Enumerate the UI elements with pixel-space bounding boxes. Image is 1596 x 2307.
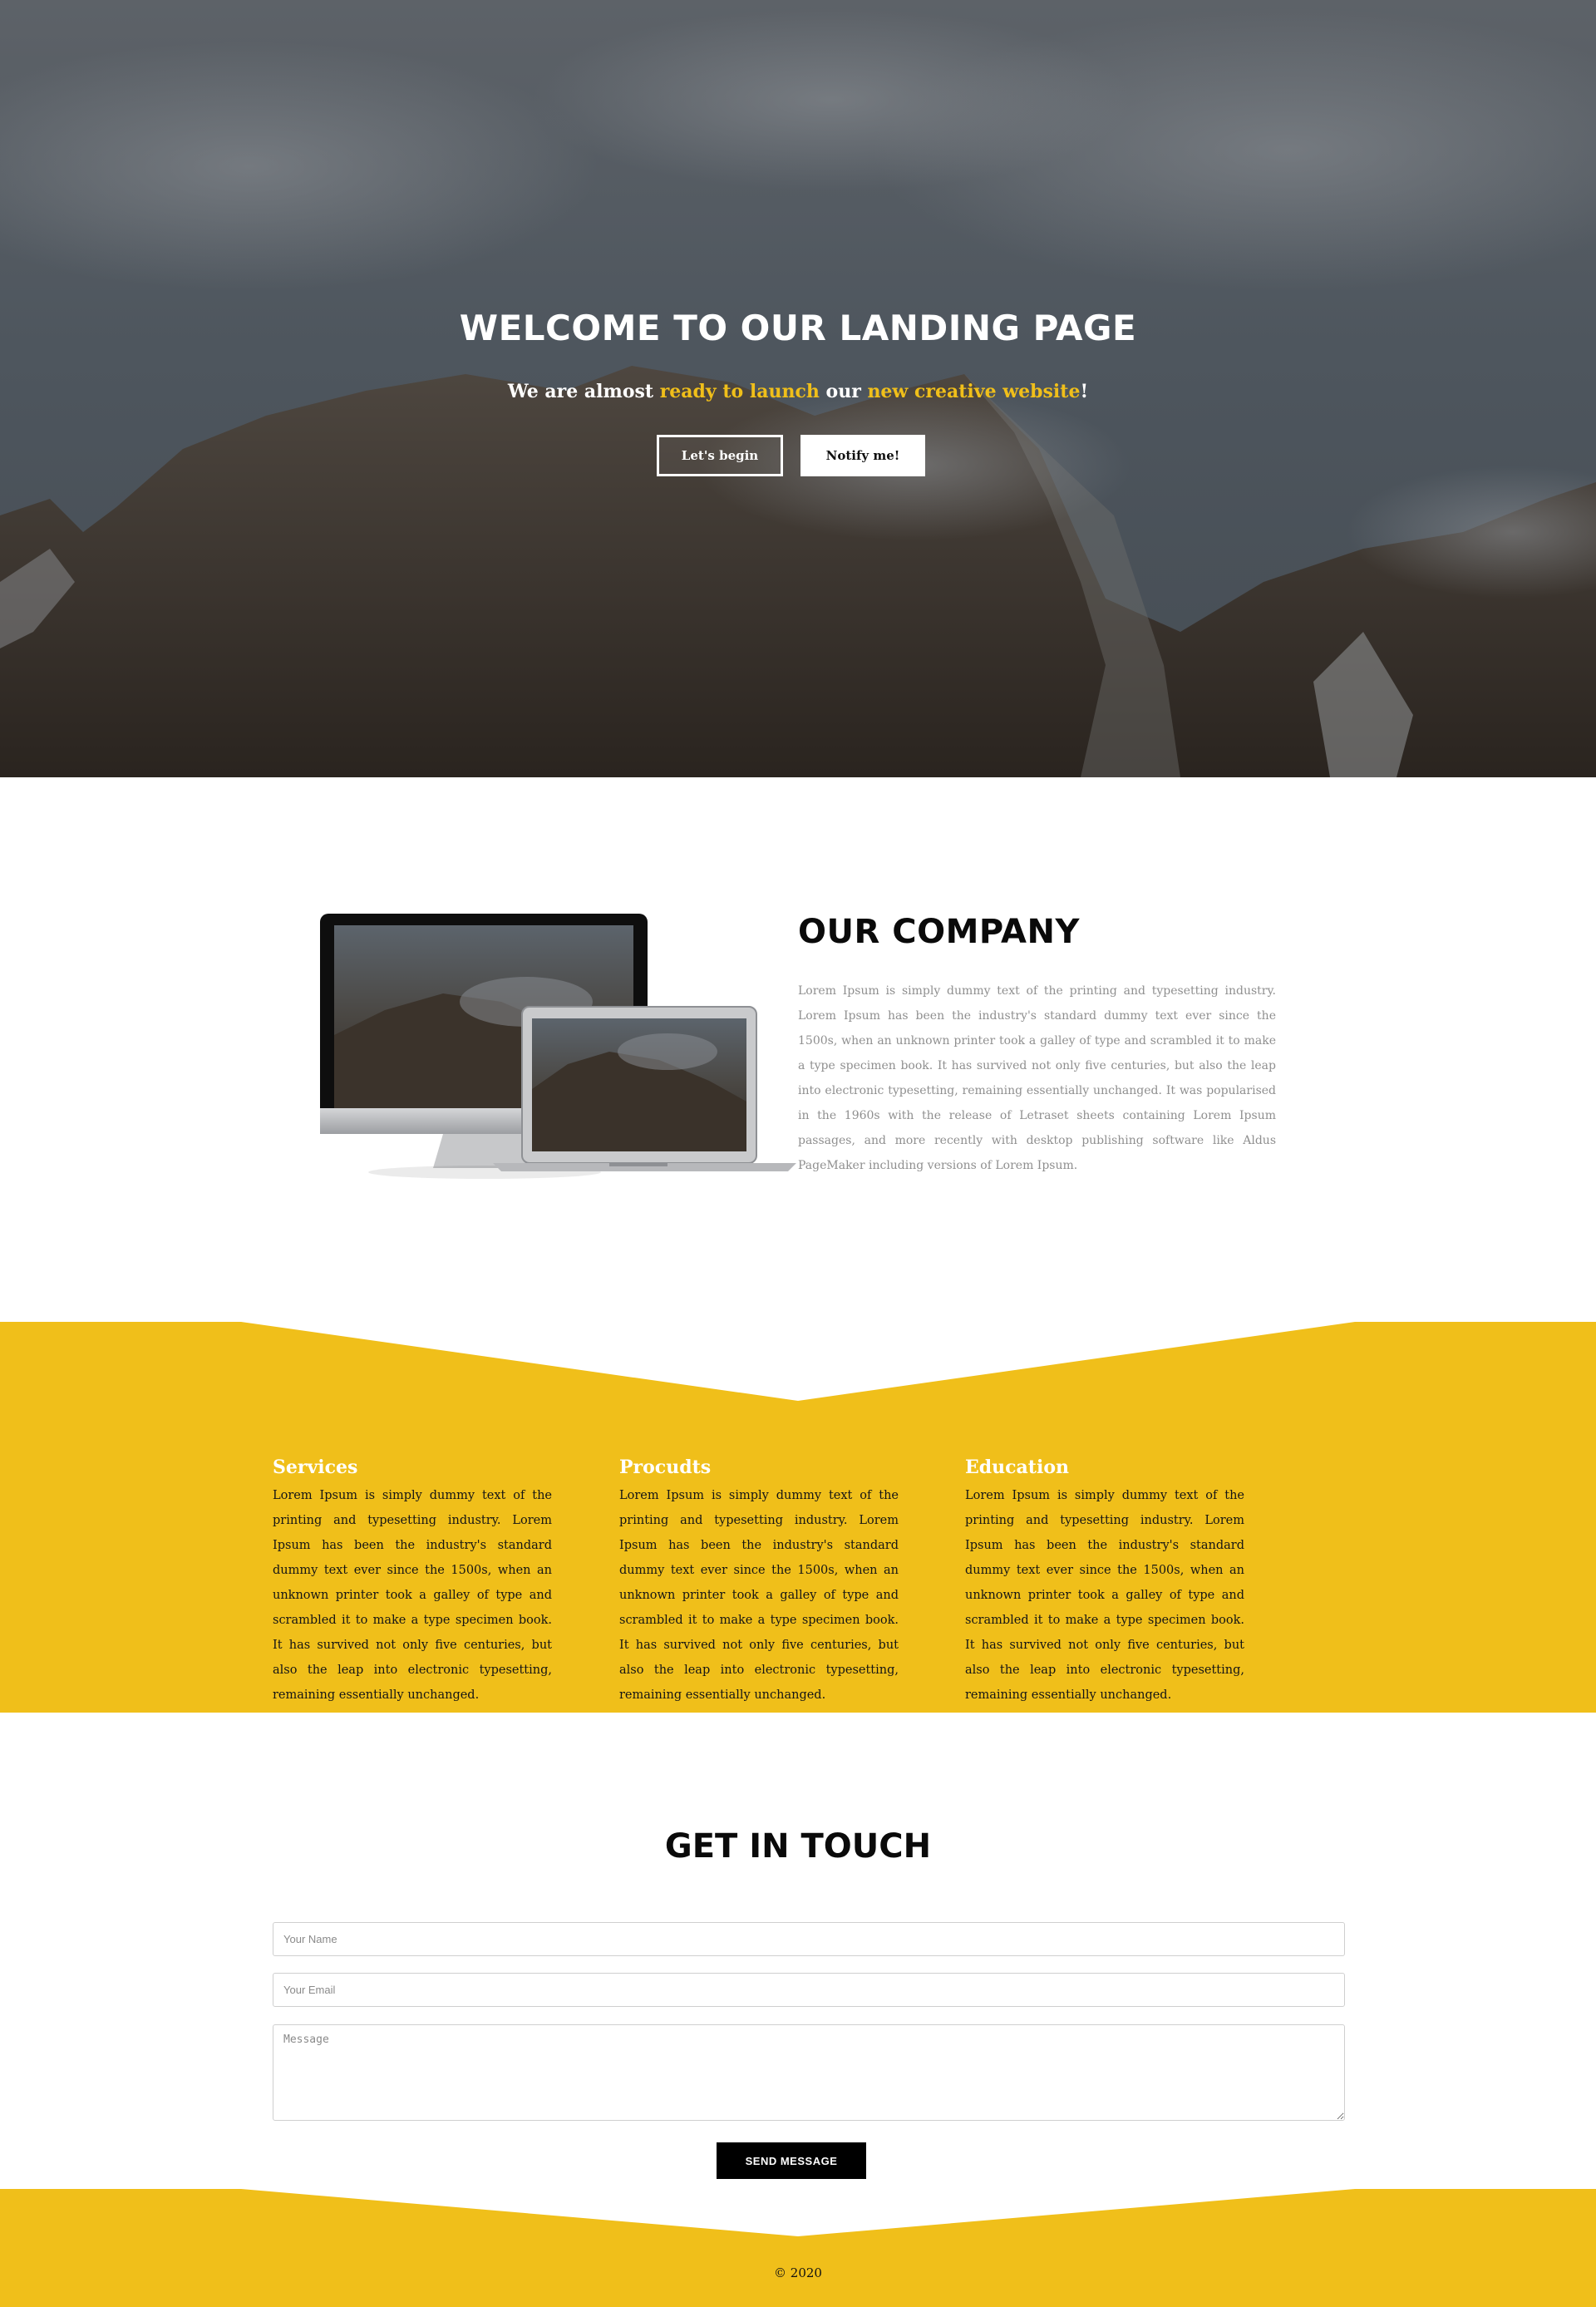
hero-subtitle-highlight: new creative website <box>867 381 1081 402</box>
service-title: Education <box>965 1457 1069 1478</box>
service-column: Procudts Lorem Ipsum is simply dummy tex… <box>619 1457 899 1708</box>
service-text: Lorem Ipsum is simply dummy text of the … <box>619 1489 899 1702</box>
service-text: Lorem Ipsum is simply dummy text of the … <box>273 1489 552 1702</box>
hero-subtitle: We are almost ready to launch our new cr… <box>0 381 1596 402</box>
copyright-text: © 2020 <box>774 2265 822 2280</box>
hero-subtitle-highlight: ready to launch <box>659 381 820 402</box>
hero-title: WELCOME TO OUR LANDING PAGE <box>459 308 1137 348</box>
message-textarea[interactable] <box>273 2024 1345 2121</box>
footer-notch-shape <box>241 2189 1355 2236</box>
hero-section: WELCOME TO OUR LANDING PAGE We are almos… <box>0 0 1596 777</box>
company-title: OUR COMPANY <box>798 913 1080 951</box>
service-title: Services <box>273 1457 358 1478</box>
devices-mockup-image <box>320 914 796 1179</box>
notify-me-button[interactable]: Notify me! <box>800 435 925 476</box>
band-notch-shape <box>0 1322 1596 1401</box>
name-input[interactable] <box>273 1922 1345 1956</box>
service-title: Procudts <box>619 1457 712 1478</box>
service-column: Services Lorem Ipsum is simply dummy tex… <box>273 1457 552 1708</box>
email-input[interactable] <box>273 1973 1345 2007</box>
hero-subtitle-part: We are almost <box>507 381 660 402</box>
hero-subtitle-part: our <box>819 381 868 402</box>
hero-subtitle-part: ! <box>1080 381 1089 402</box>
contact-title: GET IN TOUCH <box>664 1827 932 1866</box>
lets-begin-button[interactable]: Let's begin <box>657 435 783 476</box>
service-column: Education Lorem Ipsum is simply dummy te… <box>965 1457 1244 1708</box>
send-message-button[interactable]: SEND MESSAGE <box>717 2142 866 2179</box>
company-description: Lorem Ipsum is simply dummy text of the … <box>798 984 1276 1172</box>
service-text: Lorem Ipsum is simply dummy text of the … <box>965 1489 1244 1702</box>
